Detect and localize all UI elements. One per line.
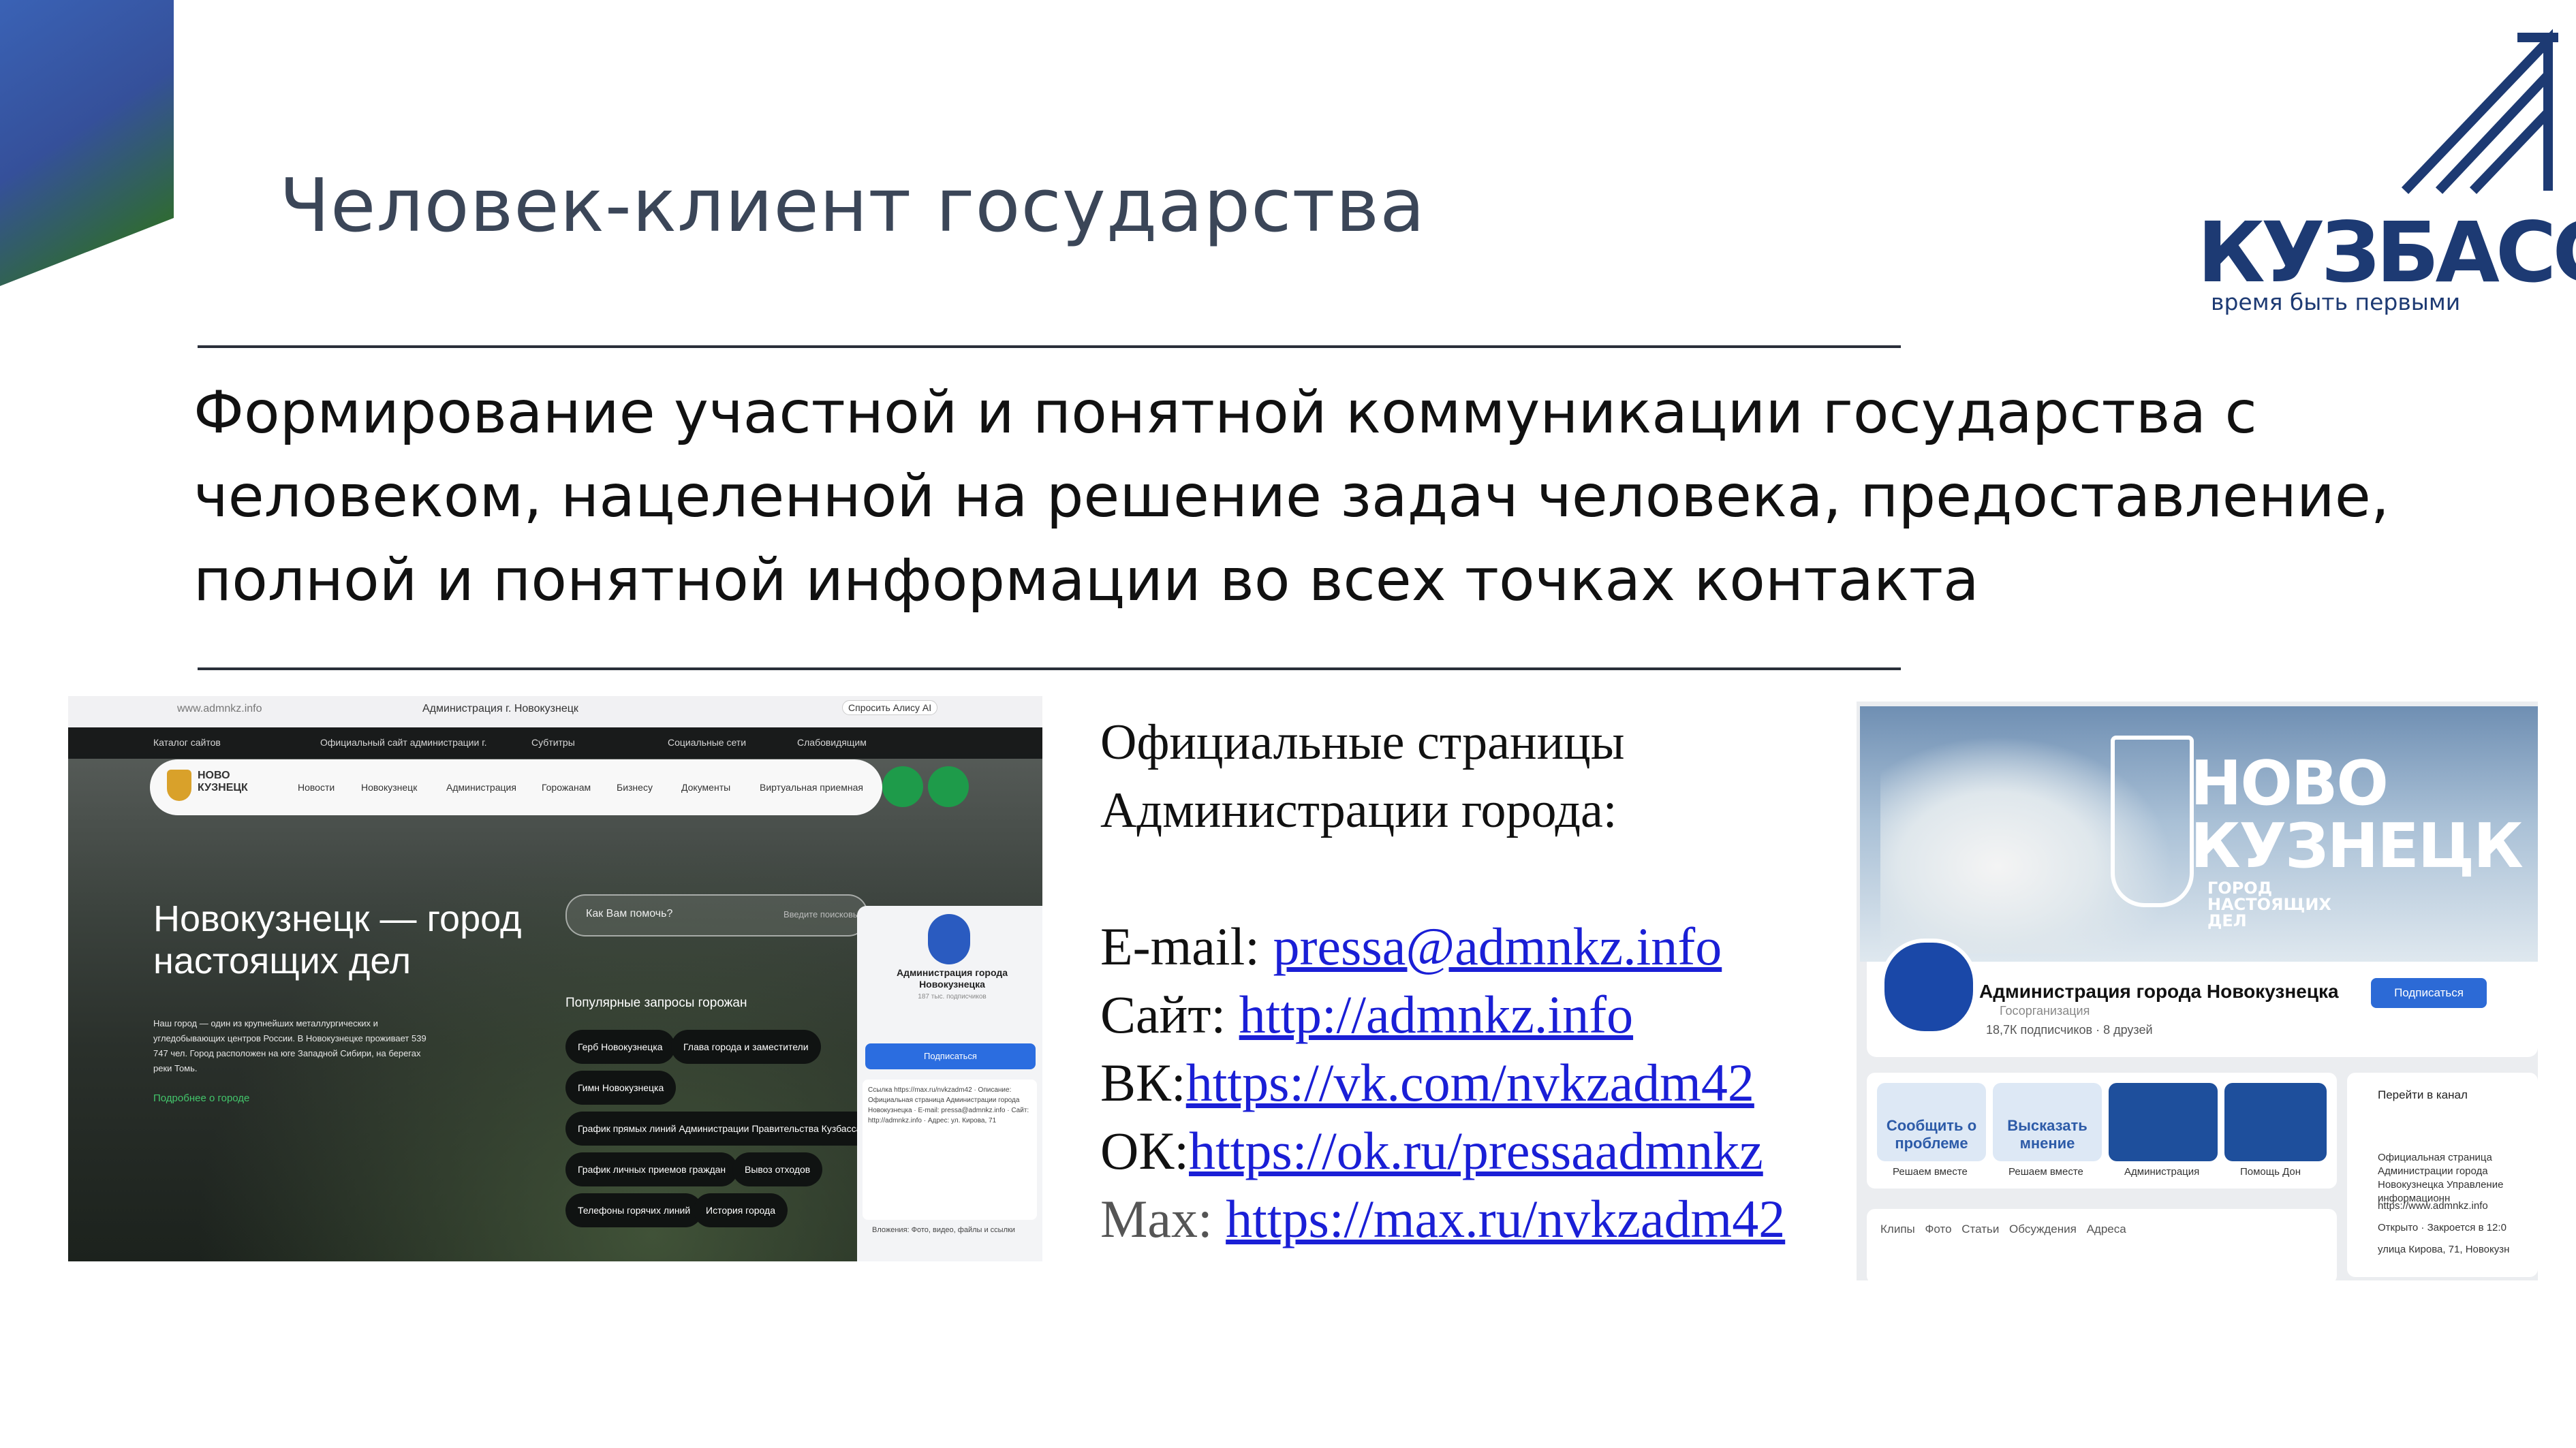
website-search-button[interactable]: [882, 766, 923, 807]
chip-personal-receptions[interactable]: График личных приемов граждан: [565, 1152, 739, 1186]
contact-email: E-mail: pressa@admnkz.info: [1100, 917, 1722, 976]
vk-tile-report-label: Решаем вместе: [1893, 1166, 1968, 1178]
vk-tabs[interactable]: Клипы Фото Статьи Обсуждения Адреса: [1880, 1223, 2126, 1236]
website-search-hint: Введите поисковый: [783, 909, 865, 919]
website-logo-text[interactable]: НОВО КУЗНЕЦК: [198, 770, 248, 794]
chip-city-history[interactable]: История города: [694, 1193, 788, 1227]
vk-link[interactable]: https://vk.com/nvkzadm42: [1186, 1053, 1754, 1112]
vk-subscribe-button[interactable]: Подписаться: [2371, 978, 2487, 1008]
lead-paragraph: Формирование участной и понятной коммуни…: [193, 379, 2390, 614]
nav-virtual-reception[interactable]: Виртуальная приемная: [760, 782, 863, 793]
vk-tile-opinion-text: Высказать мнение: [2007, 1117, 2088, 1152]
vk-avatar[interactable]: [1880, 939, 1977, 1035]
phone-info-card: Ссылка https://max.ru/nvkzadm42 · Описан…: [863, 1080, 1037, 1220]
vk-side-description: Официальная страница Администрации город…: [2378, 1152, 2504, 1204]
vk-tile-opinion-label: Решаем вместе: [2008, 1166, 2083, 1178]
alice-button[interactable]: Спросить Алису AI: [842, 700, 938, 715]
city-emblem-icon: [167, 770, 191, 801]
vk-group-name: Администрация города Новокузнецка: [1979, 981, 2339, 1002]
nav-administration[interactable]: Администрация: [446, 782, 516, 793]
chip-direct-lines[interactable]: График прямых линий Администрации Правит…: [565, 1112, 874, 1146]
logo-wordmark: КУЗБАСС: [2197, 204, 2576, 301]
vk-side-website[interactable]: https://www.admnkz.info: [2378, 1200, 2488, 1212]
email-link[interactable]: pressa@admnkz.info: [1273, 917, 1722, 976]
site-link[interactable]: http://admnkz.info: [1239, 985, 1633, 1044]
phone-attachments[interactable]: Вложения: Фото, видео, файлы и ссылки: [872, 1226, 1029, 1234]
divider-top: [198, 345, 1901, 348]
contact-vk: ВК:https://vk.com/nvkzadm42: [1100, 1053, 1754, 1112]
vk-group-type: Госорганизация: [2000, 1004, 2090, 1018]
browser-url[interactable]: www.admnkz.info: [177, 703, 262, 715]
corner-decoration: [0, 0, 174, 286]
nav-city[interactable]: Новокузнецк: [361, 782, 417, 793]
website-search-label: Как Вам помочь?: [586, 908, 673, 919]
vk-side-address: улица Кирова, 71, Новокузн: [2378, 1244, 2510, 1255]
logo-slogan: время быть первыми: [2211, 289, 2461, 315]
contact-max: Max: https://max.ru/nvkzadm42: [1100, 1189, 1786, 1248]
top-link-subtitles[interactable]: Субтитры: [531, 737, 575, 748]
website-more-link[interactable]: Подробнее о городе: [153, 1092, 249, 1104]
website-menu-button[interactable]: [928, 766, 969, 807]
website-hero-title: Новокузнецк — город настоящих дел: [153, 898, 522, 981]
nav-business[interactable]: Бизнесу: [617, 782, 653, 793]
vk-tile-help[interactable]: [2224, 1083, 2327, 1161]
chip-hotlines[interactable]: Телефоны горячих линий: [565, 1193, 703, 1227]
official-pages-heading: Официальные страницы Администрации города…: [1100, 714, 1625, 838]
nav-documents[interactable]: Документы: [681, 782, 730, 793]
top-link-low-vision[interactable]: Слабовидящим: [797, 737, 867, 748]
popular-requests-heading: Популярные запросы горожан: [565, 996, 747, 1010]
vk-tile-administration-label: Администрация: [2124, 1166, 2200, 1178]
vk-subscribers[interactable]: 18,7К подписчиков · 8 друзей: [1986, 1023, 2153, 1037]
browser-tab-title: Администрация г. Новокузнецк: [422, 703, 578, 714]
vk-goto-channel[interactable]: Перейти в канал: [2378, 1088, 2468, 1102]
top-link-catalog[interactable]: Каталог сайтов: [153, 737, 221, 748]
vk-tabs-panel: [1867, 1209, 2337, 1284]
website-description: Наш город — один из крупнейших металлург…: [153, 1018, 426, 1073]
ok-link[interactable]: https://ok.ru/pressaadmnkz: [1189, 1121, 1763, 1180]
phone-subscribe-button[interactable]: Подписаться: [865, 1043, 1036, 1069]
chip-head-of-city[interactable]: Глава города и заместители: [671, 1030, 821, 1064]
nav-citizens[interactable]: Горожанам: [542, 782, 591, 793]
phone-channel-name: Администрация города Новокузнецка: [896, 967, 1008, 990]
contact-site: Сайт: http://admnkz.info: [1100, 985, 1634, 1044]
slide-title: Человек-клиент государства: [279, 163, 1426, 249]
chip-anthem[interactable]: Гимн Новокузнецка: [565, 1071, 677, 1105]
vk-cover-emblem-icon: [2111, 736, 2194, 907]
top-link-social[interactable]: Социальные сети: [668, 737, 746, 748]
divider-bottom: [198, 667, 1901, 670]
phone-avatar: [928, 914, 970, 964]
vk-cover-brand-sub: ГОРОД НАСТОЯЩИХ ДЕЛ: [2207, 879, 2331, 930]
max-link[interactable]: https://max.ru/nvkzadm42: [1226, 1189, 1785, 1248]
chip-waste-removal[interactable]: Вывоз отходов: [732, 1152, 823, 1186]
vk-side-hours: Открыто · Закроется в 12:0: [2378, 1222, 2507, 1233]
vk-tile-report-text: Сообщить о проблеме: [1886, 1117, 1977, 1152]
vk-tile-administration[interactable]: [2109, 1083, 2218, 1161]
nav-news[interactable]: Новости: [298, 782, 335, 793]
top-link-official[interactable]: Официальный сайт администрации г.: [320, 737, 487, 748]
contact-ok: ОК:https://ok.ru/pressaadmnkz: [1100, 1121, 1763, 1180]
chip-coat-of-arms[interactable]: Герб Новокузнецка: [565, 1030, 675, 1064]
phone-subscribers: 187 тыс. подписчиков: [918, 993, 987, 1001]
vk-cover-brand: НОВО КУЗНЕЦК: [2190, 748, 2524, 882]
vk-tile-help-label: Помощь Дон: [2240, 1166, 2301, 1178]
